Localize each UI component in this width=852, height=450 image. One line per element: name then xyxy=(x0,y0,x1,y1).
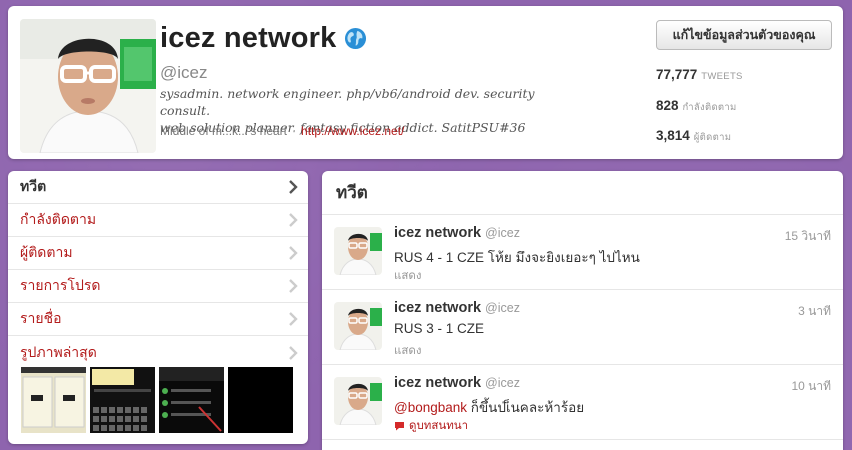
profile-meta: Middle of m...k...'s heart · http://www.ic… xyxy=(160,124,405,138)
nav-item-following[interactable]: กำลังติดตาม xyxy=(8,204,308,237)
tweet-avatar[interactable] xyxy=(334,227,382,275)
tweet-mention-link[interactable]: @bongbank xyxy=(394,400,467,415)
recent-image-thumb[interactable] xyxy=(21,367,86,433)
tweet-author-screen-name: @icez xyxy=(485,376,520,390)
chevron-right-icon xyxy=(289,312,298,326)
profile-avatar[interactable] xyxy=(20,19,156,153)
tweet-timestamp[interactable]: 15 วินาที xyxy=(785,227,831,246)
chevron-right-icon xyxy=(289,180,298,194)
recent-image-thumb[interactable] xyxy=(228,367,293,433)
nav-item-recent-images[interactable]: รูปภาพล่าสุด xyxy=(8,336,308,369)
tweet-author[interactable]: icez network @icez xyxy=(394,375,520,391)
chevron-right-icon xyxy=(289,246,298,260)
tweet-text: RUS 4 - 1 CZE โห้ย มึงจะยิงเยอะๆ ไปไหน xyxy=(394,246,640,268)
profile-url-link[interactable]: http://www.icez.net/ xyxy=(301,124,404,138)
tweet-author[interactable]: icez network @icez xyxy=(394,300,520,316)
stat-followers-count: 3,814 xyxy=(656,128,690,143)
tweet-author-screen-name: @icez xyxy=(485,301,520,315)
conversation-icon xyxy=(395,422,404,431)
nav-item-favorites[interactable]: รายการโปรด xyxy=(8,270,308,303)
profile-card: icez network @icez sysadmin. network eng… xyxy=(8,6,843,159)
tweet-text-body: RUS 3 - 1 CZE xyxy=(394,321,485,336)
tweet-text-body: RUS 4 - 1 CZE โห้ย มึงจะยิงเยอะๆ ไปไหน xyxy=(394,250,640,265)
nav-item-label: ทวีต xyxy=(20,178,47,194)
nav-item-label: กำลังติดตาม xyxy=(20,211,97,227)
tweet-action-label: แสดง xyxy=(394,270,422,282)
nav-item-tweets[interactable]: ทวีต xyxy=(8,171,308,204)
tweet-timestamp[interactable]: 3 นาที xyxy=(798,302,831,321)
stat-followers[interactable]: 3,814 ผู้ติดตาม xyxy=(656,128,731,145)
globe-icon xyxy=(345,27,367,50)
profile-location: Middle of m...k...'s heart xyxy=(160,124,288,138)
stat-tweets-count: 77,777 xyxy=(656,67,698,82)
nav-item-label: รายชื่อ xyxy=(20,310,62,326)
chevron-right-icon xyxy=(289,345,298,360)
edit-profile-button[interactable]: แก้ไขข้อมูลส่วนตัวของคุณ xyxy=(656,20,832,50)
tweet-text-body: ก็ขึ้นป่เ็นคละห้าร้อย xyxy=(467,400,585,415)
recent-image-thumb[interactable] xyxy=(90,367,155,433)
recent-images-strip xyxy=(21,367,293,433)
tweet-item[interactable]: icez network @icez 3 นาที RUS 3 - 1 CZE แ… xyxy=(322,290,843,365)
stat-tweets[interactable]: 77,777 TWEETS xyxy=(656,67,743,82)
recent-image-thumb[interactable] xyxy=(159,367,224,433)
chevron-right-icon xyxy=(289,213,298,227)
tweet-text: @bongbank ก็ขึ้นป่เ็นคละห้าร้อย xyxy=(394,396,584,418)
stat-following[interactable]: 828 กำลังติดตาม xyxy=(656,98,737,115)
nav-item-label: รูปภาพล่าสุด xyxy=(20,343,97,360)
bio-line-1: sysadmin. network engineer. php/vb6/andr… xyxy=(160,86,535,118)
tweet-item[interactable]: icez network @icez 15 วินาที RUS 4 - 1 CZ… xyxy=(322,215,843,290)
profile-screen-name: @icez xyxy=(160,63,208,82)
tweet-action-label: ดูบทสนทนา xyxy=(409,420,469,432)
chevron-right-icon xyxy=(289,279,298,293)
timeline: ทวีต icez network @icez 15 วินาที RUS 4 -… xyxy=(322,171,843,450)
nav-item-label: รายการโปรด xyxy=(20,277,101,293)
tweet-author-name: icez network xyxy=(394,375,482,391)
stat-tweets-label: TWEETS xyxy=(701,71,743,82)
profile-name: icez network xyxy=(160,22,337,54)
nav-item-label: ผู้ติดตาม xyxy=(20,244,73,260)
tweet-expand-link[interactable]: แสดง xyxy=(394,342,422,360)
tweet-avatar[interactable] xyxy=(334,302,382,350)
tweet-timestamp[interactable]: 10 นาที xyxy=(791,377,831,396)
timeline-header: ทวีต xyxy=(322,171,843,215)
stat-following-count: 828 xyxy=(656,98,679,113)
tweet-author-screen-name: @icez xyxy=(485,226,520,240)
stat-followers-label: ผู้ติดตาม xyxy=(693,132,732,143)
nav-item-followers[interactable]: ผู้ติดตาม xyxy=(8,237,308,270)
nav-item-lists[interactable]: รายชื่อ xyxy=(8,303,308,336)
tweet-text: RUS 3 - 1 CZE xyxy=(394,321,484,336)
profile-nav: ทวีต กำลังติดตาม ผู้ติดตาม รายการโปรด รา… xyxy=(8,171,308,444)
stat-following-label: กำลังติดตาม xyxy=(682,102,737,113)
tweet-expand-link[interactable]: แสดง xyxy=(394,267,422,285)
view-conversation-link[interactable]: ดูบทสนทนา xyxy=(394,417,468,435)
tweet-action-label: แสดง xyxy=(394,345,422,357)
timeline-title: ทวีต xyxy=(336,183,368,202)
tweet-author-name: icez network xyxy=(394,300,482,316)
tweet-author[interactable]: icez network @icez xyxy=(394,225,520,241)
tweet-author-name: icez network xyxy=(394,225,482,241)
tweet-item[interactable]: icez network @icez 10 นาที @bongbank ก็ขึ… xyxy=(322,365,843,440)
tweet-avatar[interactable] xyxy=(334,377,382,425)
